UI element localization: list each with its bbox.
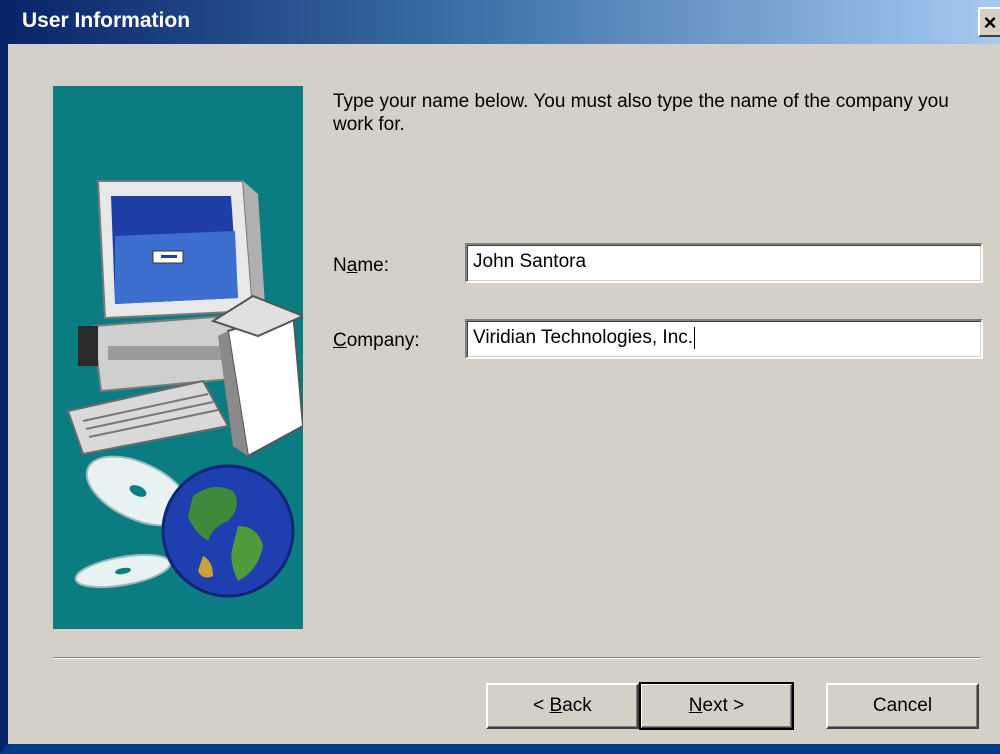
back-prefix: < bbox=[533, 695, 550, 716]
close-button[interactable]: × bbox=[978, 7, 1000, 37]
name-label-prefix: N bbox=[333, 255, 347, 276]
company-label-accel: C bbox=[333, 330, 347, 351]
dialog-title: User Information bbox=[22, 9, 191, 32]
back-accel: B bbox=[549, 695, 563, 716]
instructions-text: Type your name below. You must also type… bbox=[333, 91, 949, 135]
cancel-button[interactable]: Cancel bbox=[826, 683, 979, 729]
next-accel: N bbox=[688, 695, 703, 716]
company-input-value: Viridian Technologies, Inc. bbox=[473, 327, 694, 348]
title-bar[interactable]: User Information × bbox=[8, 0, 1000, 44]
company-input[interactable]: Viridian Technologies, Inc. bbox=[465, 319, 983, 359]
globe-icon bbox=[161, 464, 295, 598]
name-input-value: John Santora bbox=[473, 251, 587, 272]
back-button[interactable]: < Back bbox=[486, 683, 639, 729]
close-icon: × bbox=[983, 10, 997, 35]
company-label: Company: bbox=[333, 330, 420, 352]
next-suffix: ext > bbox=[702, 695, 745, 716]
setup-dialog: User Information × Type your name below.… bbox=[0, 0, 1000, 754]
back-suffix: ack bbox=[562, 695, 592, 716]
name-label-suffix: me: bbox=[357, 255, 389, 276]
name-label: Name: bbox=[333, 255, 389, 277]
name-label-accel: a bbox=[346, 255, 358, 276]
button-divider bbox=[53, 657, 980, 659]
company-label-suffix: ompany: bbox=[346, 330, 420, 351]
computer-icon bbox=[66, 180, 303, 458]
illustration-graphic bbox=[66, 180, 303, 598]
text-caret bbox=[694, 326, 696, 349]
next-button[interactable]: Next > bbox=[639, 682, 794, 730]
name-input[interactable]: John Santora bbox=[465, 243, 983, 283]
setup-illustration bbox=[53, 86, 303, 629]
